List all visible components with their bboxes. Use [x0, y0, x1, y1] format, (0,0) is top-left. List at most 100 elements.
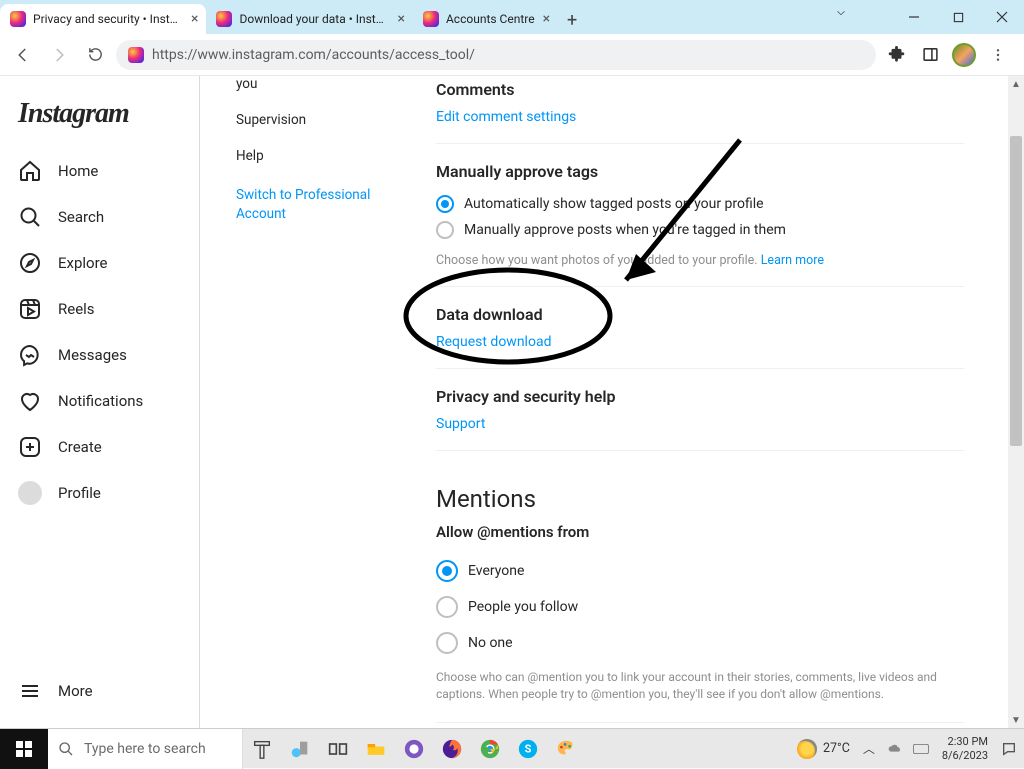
radio-icon[interactable]	[436, 560, 458, 582]
scrollbar-thumb[interactable]	[1010, 136, 1022, 446]
tab-title: Privacy and security • Instagram	[33, 12, 183, 26]
taskbar-skype[interactable]: S	[509, 729, 547, 769]
taskbar-chrome[interactable]	[471, 729, 509, 769]
site-favicon-icon	[128, 47, 144, 63]
radio-icon[interactable]	[436, 221, 454, 239]
section-tags: Manually approve tags Automatically show…	[436, 144, 964, 287]
nav-more[interactable]: More	[10, 668, 189, 714]
settings-main: Comments Edit comment settings Manually …	[436, 76, 984, 728]
taskbar-task-view[interactable]	[319, 729, 357, 769]
window-minimize-button[interactable]	[892, 2, 936, 32]
radio-option-manual[interactable]: Manually approve posts when you're tagge…	[436, 217, 964, 243]
learn-more-link[interactable]: Learn more	[761, 253, 824, 268]
tab-title: Download your data • Instagram	[239, 12, 389, 26]
sidepanel-icon[interactable]	[916, 41, 944, 69]
browser-menu-button[interactable]	[984, 41, 1012, 69]
section-heading: Data download	[436, 305, 964, 324]
section-heading: Comments	[436, 80, 964, 99]
settings-item-truncated[interactable]: you	[236, 76, 396, 102]
browser-tab[interactable]: Accounts Centre ×	[413, 4, 558, 34]
svg-text:S: S	[525, 742, 532, 755]
tab-close-icon[interactable]: ×	[397, 11, 404, 27]
tab-search-button[interactable]	[834, 6, 848, 24]
window-maximize-button[interactable]	[936, 2, 980, 32]
tab-close-icon[interactable]: ×	[191, 11, 198, 27]
taskbar-app-2[interactable]	[281, 729, 319, 769]
radio-label: People you follow	[468, 599, 578, 615]
browser-tab[interactable]: Download your data • Instagram ×	[206, 4, 412, 34]
profile-avatar[interactable]	[950, 41, 978, 69]
radio-option-everyone[interactable]: Everyone	[436, 553, 964, 589]
url-text: https://www.instagram.com/accounts/acces…	[152, 47, 475, 63]
radio-label: Automatically show tagged posts on your …	[464, 196, 764, 212]
settings-item-help[interactable]: Help	[236, 138, 396, 174]
browser-tab-active[interactable]: Privacy and security • Instagram ×	[0, 4, 206, 34]
start-button[interactable]	[0, 729, 48, 769]
section-heading: Manually approve tags	[436, 162, 964, 181]
instagram-left-nav: Instagram Home Search Explore Reels Mess…	[0, 76, 200, 728]
extensions-icon[interactable]	[882, 41, 910, 69]
search-placeholder: Type here to search	[84, 741, 206, 757]
mentions-help-text: Choose who can @mention you to link your…	[436, 669, 964, 704]
edit-comment-settings-link[interactable]: Edit comment settings	[436, 109, 576, 125]
tray-notifications-icon[interactable]	[998, 741, 1020, 757]
profile-avatar-icon	[18, 481, 42, 505]
heart-icon	[18, 389, 42, 413]
tray-keyboard-icon[interactable]	[910, 743, 932, 755]
radio-option-auto[interactable]: Automatically show tagged posts on your …	[436, 191, 964, 217]
radio-icon[interactable]	[436, 632, 458, 654]
nav-explore[interactable]: Explore	[10, 240, 189, 286]
scroll-down-icon[interactable]: ▼	[1008, 712, 1024, 728]
radio-icon[interactable]	[436, 596, 458, 618]
support-link[interactable]: Support	[436, 416, 485, 432]
radio-label: Everyone	[468, 563, 524, 579]
taskbar-paint[interactable]	[547, 729, 585, 769]
radio-icon[interactable]	[436, 195, 454, 213]
taskbar-tor[interactable]	[395, 729, 433, 769]
nav-create[interactable]: Create	[10, 424, 189, 470]
taskbar-clock[interactable]: 2:30 PM 8/6/2023	[936, 735, 994, 761]
scroll-up-icon[interactable]: ▲	[1008, 76, 1024, 92]
settings-sidebar: you Supervision Help Switch to Professio…	[216, 76, 416, 224]
window-controls	[892, 0, 1024, 34]
nav-search[interactable]: Search	[10, 194, 189, 240]
reels-icon	[18, 297, 42, 321]
section-comments: Comments Edit comment settings	[436, 76, 964, 144]
address-bar: https://www.instagram.com/accounts/acces…	[0, 34, 1024, 76]
nav-label: Profile	[58, 484, 101, 502]
new-tab-button[interactable]: +	[558, 6, 586, 34]
taskbar-firefox[interactable]	[433, 729, 471, 769]
nav-reload-button[interactable]	[80, 40, 110, 70]
nav-profile[interactable]: Profile	[10, 470, 189, 516]
nav-back-button[interactable]	[8, 40, 38, 70]
taskbar-app-1[interactable]	[243, 729, 281, 769]
nav-reels[interactable]: Reels	[10, 286, 189, 332]
url-input[interactable]: https://www.instagram.com/accounts/acces…	[116, 40, 876, 70]
search-icon	[18, 205, 42, 229]
page-scrollbar[interactable]: ▲ ▼	[1008, 76, 1024, 728]
nav-forward-button[interactable]	[44, 40, 74, 70]
taskbar-weather[interactable]: 27°C	[789, 739, 858, 759]
nav-messages[interactable]: Messages	[10, 332, 189, 378]
section-title: Mentions	[436, 485, 964, 513]
instagram-favicon-icon	[216, 11, 232, 27]
radio-option-noone[interactable]: No one	[436, 625, 964, 661]
request-download-link[interactable]: Request download	[436, 334, 551, 350]
nav-home[interactable]: Home	[10, 148, 189, 194]
tray-chevron-icon[interactable]: ︿	[858, 740, 880, 757]
tray-onedrive-icon[interactable]	[884, 743, 906, 755]
nav-label: Explore	[58, 254, 108, 272]
taskbar-file-explorer[interactable]	[357, 729, 395, 769]
nav-label: Reels	[58, 300, 95, 318]
radio-option-following[interactable]: People you follow	[436, 589, 964, 625]
switch-professional-link[interactable]: Switch to Professional Account	[236, 174, 396, 224]
settings-item-supervision[interactable]: Supervision	[236, 102, 396, 138]
instagram-wordmark[interactable]: Instagram	[10, 90, 189, 148]
section-mentions: Mentions Allow @mentions from Everyone P…	[436, 451, 964, 722]
nav-notifications[interactable]: Notifications	[10, 378, 189, 424]
section-heading: Privacy and security help	[436, 387, 964, 406]
window-close-button[interactable]	[980, 2, 1024, 32]
taskbar-search[interactable]: Type here to search	[48, 729, 243, 769]
tab-close-icon[interactable]: ×	[543, 11, 550, 27]
tab-title: Accounts Centre	[446, 12, 535, 26]
